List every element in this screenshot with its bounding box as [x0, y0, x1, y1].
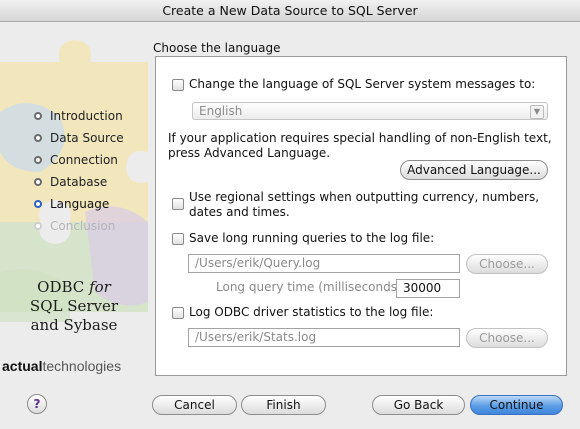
step-label: Introduction	[50, 109, 123, 123]
step-bullet-icon	[34, 156, 42, 164]
step-label: Database	[50, 175, 108, 189]
change-language-label: Change the language of SQL Server system…	[189, 77, 536, 91]
continue-button[interactable]: Continue	[470, 395, 563, 415]
window-title: Create a New Data Source to SQL Server	[0, 0, 580, 22]
step-bullet-icon	[34, 112, 42, 120]
long-query-time-label: Long query time (milliseconds):	[216, 280, 406, 294]
stats-log-path-field[interactable]: /Users/erik/Stats.log	[188, 328, 460, 347]
brand-line-1: ODBC	[37, 278, 85, 296]
brand-line-1-suffix: for	[89, 278, 111, 296]
options-panel: Change the language of SQL Server system…	[155, 56, 567, 376]
long-queries-label: Save long running queries to the log fil…	[189, 231, 435, 245]
company-logo-bold: actual	[2, 358, 43, 374]
step-label: Connection	[50, 153, 118, 167]
finish-button[interactable]: Finish	[241, 395, 326, 415]
sidebar: Introduction Data Source Connection Data…	[0, 22, 148, 377]
brand-line-2: SQL Server	[29, 297, 119, 315]
step-label: Data Source	[50, 131, 124, 145]
step-bullet-icon	[34, 134, 42, 142]
step-bullet-icon	[34, 200, 42, 208]
special-handling-text-2: press Advanced Language.	[168, 146, 331, 160]
regional-settings-label-2: dates and times.	[189, 205, 290, 219]
step-label: Conclusion	[50, 219, 116, 233]
cancel-button[interactable]: Cancel	[152, 395, 237, 415]
long-query-time-field[interactable]: 30000	[396, 279, 460, 298]
go-back-button[interactable]: Go Back	[372, 395, 465, 415]
company-logo-rest: technologies	[42, 358, 122, 374]
advanced-language-button[interactable]: Advanced Language...	[400, 160, 548, 180]
step-bullet-icon	[34, 178, 42, 186]
company-logo: actualtechnologies	[2, 358, 121, 374]
brand-line-3: and Sybase	[30, 316, 118, 334]
language-select-value: English	[199, 104, 243, 118]
product-brand: ODBC for SQL Server and Sybase	[0, 278, 148, 335]
regional-settings-label-1: Use regional settings when outputting cu…	[189, 190, 540, 204]
choose-query-log-button[interactable]: Choose...	[466, 254, 548, 274]
step-bullet-icon	[34, 222, 42, 230]
driver-stats-checkbox[interactable]	[172, 307, 184, 319]
change-language-checkbox[interactable]	[172, 79, 184, 91]
page-heading: Choose the language	[153, 41, 281, 55]
step-label: Language	[50, 197, 110, 211]
driver-stats-label: Log ODBC driver statistics to the log fi…	[189, 305, 434, 319]
query-log-path-field[interactable]: /Users/erik/Query.log	[188, 254, 460, 273]
choose-stats-log-button[interactable]: Choose...	[466, 328, 548, 348]
help-button[interactable]: ?	[27, 394, 47, 414]
select-arrow-icon: ▼	[530, 105, 544, 119]
special-handling-text-1: If your application requires special han…	[168, 131, 552, 145]
regional-settings-checkbox[interactable]	[172, 198, 184, 210]
long-queries-checkbox[interactable]	[172, 233, 184, 245]
language-select[interactable]: English ▼	[192, 102, 548, 120]
